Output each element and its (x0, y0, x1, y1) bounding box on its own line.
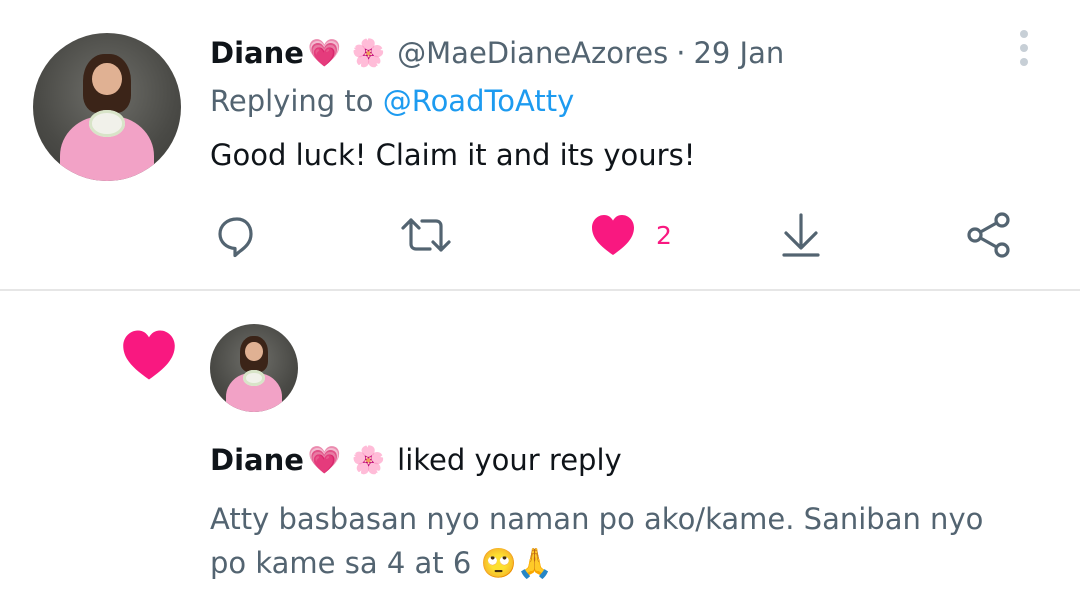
heart-emoji-icon: 💗 (307, 444, 342, 476)
tweet-text: Good luck! Claim it and its yours! (210, 138, 696, 172)
share-button[interactable] (966, 205, 1012, 265)
author-name[interactable]: Diane (210, 36, 304, 70)
retweet-button[interactable] (400, 205, 452, 265)
avatar-bouquet (89, 109, 125, 137)
like-button[interactable]: 2 (590, 205, 672, 265)
heart-emoji-icon: 💗 (307, 37, 342, 69)
author-handle[interactable]: @MaeDianeAzores (397, 36, 668, 70)
notification-actor-name[interactable]: Diane (210, 443, 304, 477)
notification-heart-icon (120, 328, 178, 386)
avatar-face (245, 341, 263, 361)
avatar-bouquet (243, 369, 265, 386)
reply-text-line: Atty basbasan nyo naman po ako/kame. San… (210, 502, 984, 536)
separator-dot: · (676, 36, 686, 70)
like-count: 2 (656, 220, 672, 250)
like-icon (592, 215, 634, 255)
download-button[interactable] (780, 205, 822, 265)
divider (0, 289, 1080, 291)
blossom-emoji-icon: 🌸 (351, 37, 386, 69)
tweet-header: Diane 💗 🌸 @MaeDianeAzores · 29 Jan (210, 33, 784, 73)
tweet-date[interactable]: 29 Jan (693, 36, 784, 70)
replying-prefix: Replying to (210, 84, 374, 118)
share-icon (967, 212, 1010, 258)
replying-mention-link[interactable]: @RoadToAtty (383, 84, 575, 118)
notification-line[interactable]: Diane 💗 🌸 liked your reply (210, 440, 622, 480)
tweet-actions: 2 (0, 205, 1080, 265)
retweet-icon (401, 218, 451, 252)
replying-to: Replying to @RoadToAtty (210, 84, 574, 118)
download-icon (782, 213, 820, 257)
notification-action: liked your reply (397, 443, 622, 477)
reply-button[interactable] (213, 205, 261, 265)
notification-avatar[interactable] (210, 324, 298, 412)
notification-reply-text[interactable]: Atty basbasan nyo naman po ako/kame. San… (210, 497, 1060, 585)
tweet[interactable]: Diane 💗 🌸 @MaeDianeAzores · 29 Jan Reply… (0, 0, 1080, 290)
blossom-emoji-icon: 🌸 (351, 444, 386, 476)
more-icon[interactable] (1016, 30, 1032, 70)
author-avatar[interactable] (33, 33, 181, 181)
avatar-face (92, 62, 122, 96)
reply-icon (218, 217, 253, 258)
reply-text-line: po kame sa 4 at 6 🙄🙏 (210, 546, 553, 580)
